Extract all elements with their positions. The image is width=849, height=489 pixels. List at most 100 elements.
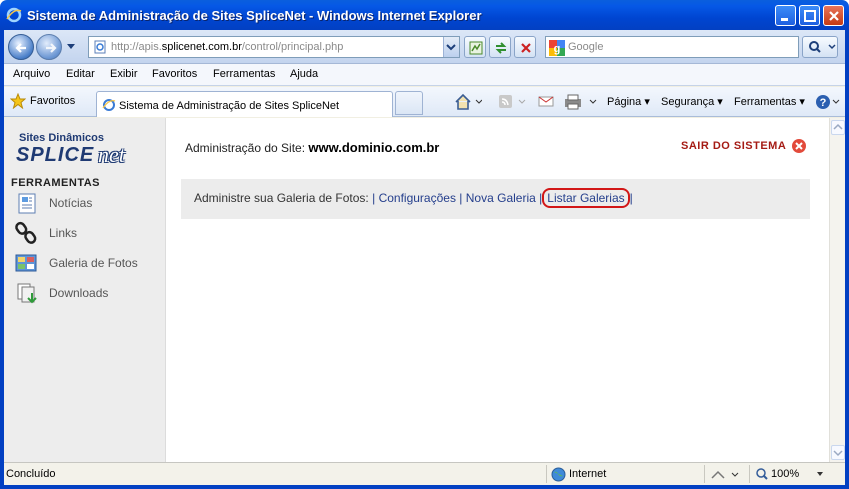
site-label: Administração do Site:: [185, 141, 306, 155]
separator: |: [629, 191, 633, 205]
feeds-icon[interactable]: [497, 92, 529, 112]
refresh-button[interactable]: [489, 36, 511, 58]
tab-title: Sistema de Administração de Sites Splice…: [119, 100, 340, 112]
tab-current[interactable]: Sistema de Administração de Sites Splice…: [96, 91, 393, 117]
address-dropdown[interactable]: [443, 37, 459, 57]
stop-button[interactable]: [514, 36, 536, 58]
sidebar-item-downloads[interactable]: Downloads: [14, 281, 162, 307]
search-placeholder: Google: [568, 41, 604, 53]
favorites-button[interactable]: Favoritos: [30, 95, 75, 107]
forward-button[interactable]: [36, 34, 62, 60]
page-menu[interactable]: Página ▾: [607, 95, 650, 108]
help-icon[interactable]: ?: [814, 92, 842, 112]
menu-edit[interactable]: Editar: [66, 68, 95, 80]
photo-gallery-icon: [15, 254, 37, 272]
internet-globe-icon: [551, 467, 566, 482]
chevron-down-icon: [446, 44, 456, 51]
sidebar-item-noticias[interactable]: Notícias: [14, 191, 162, 217]
link-chain-icon: [15, 221, 37, 244]
new-gallery-link[interactable]: Nova Galeria: [466, 191, 536, 205]
news-icon: [18, 193, 36, 214]
sidebar: Sites Dinâmicos SPLICE net FERRAMENTAS N…: [4, 118, 166, 462]
chevron-down-icon: [833, 450, 843, 457]
minimize-icon: [781, 18, 788, 21]
google-logo-icon: g: [549, 40, 565, 56]
compatibility-view-button[interactable]: [464, 36, 486, 58]
site-info: Administração do Site: www.dominio.com.b…: [185, 140, 439, 155]
maximize-icon: [804, 10, 816, 22]
status-divider: [546, 465, 547, 483]
svg-text:?: ?: [820, 97, 827, 109]
menu-view[interactable]: Exibir: [110, 68, 138, 80]
scroll-down-button[interactable]: [831, 445, 845, 460]
status-divider: [749, 465, 750, 483]
tools-menu[interactable]: Ferramentas ▾: [734, 95, 805, 108]
page-icon: [94, 40, 106, 54]
menu-bar: Arquivo Editar Exibir Favoritos Ferramen…: [4, 64, 845, 86]
status-text: Concluído: [6, 468, 56, 480]
tools-section-title: FERRAMENTAS: [11, 177, 101, 189]
vertical-scrollbar[interactable]: [829, 118, 845, 462]
security-zone: Internet: [569, 468, 607, 480]
status-bar: Concluído Internet 100%: [4, 462, 845, 485]
forward-arrow-icon: [46, 43, 57, 53]
sidebar-item-label: Notícias: [49, 196, 93, 210]
sidebar-item-links[interactable]: Links: [14, 221, 162, 247]
gallery-toolbar: Administre sua Galeria de Fotos: | Confi…: [181, 179, 810, 219]
window-title: Sistema de Administração de Sites Splice…: [27, 8, 482, 23]
url-text: http://apis.splicenet.com.br/control/pri…: [111, 41, 344, 53]
favorites-star-icon[interactable]: [10, 93, 26, 109]
chevron-up-icon: [833, 123, 843, 130]
ie-page-icon: [102, 99, 116, 111]
menu-file[interactable]: Arquivo: [13, 68, 50, 80]
ie-logo-icon: [6, 7, 22, 23]
main-panel: Administração do Site: www.dominio.com.b…: [166, 118, 829, 462]
list-galleries-link[interactable]: Listar Galerias: [542, 188, 630, 208]
maximize-button[interactable]: [799, 5, 820, 26]
site-domain: www.dominio.com.br: [308, 140, 440, 155]
address-field[interactable]: http://apis.splicenet.com.br/control/pri…: [88, 36, 460, 58]
logo-tagline: Sites Dinâmicos: [19, 132, 104, 144]
close-icon: [829, 11, 839, 21]
status-divider: [704, 465, 705, 483]
protected-mode-icon[interactable]: [710, 468, 740, 482]
sidebar-item-label: Links: [49, 226, 78, 240]
sidebar-item-galeria[interactable]: Galeria de Fotos: [14, 251, 162, 277]
search-field[interactable]: g Google: [545, 36, 799, 58]
menu-tools[interactable]: Ferramentas: [213, 68, 275, 80]
scroll-up-button[interactable]: [831, 120, 845, 135]
new-tab-button[interactable]: [395, 91, 423, 115]
gallery-prefix: Administre sua Galeria de Fotos:: [194, 191, 369, 205]
security-menu[interactable]: Segurança ▾: [661, 95, 723, 108]
menu-help[interactable]: Ajuda: [290, 68, 318, 80]
logout-link[interactable]: SAIR DO SISTEMA: [681, 140, 786, 152]
search-icon: [809, 41, 836, 53]
downloads-icon: [17, 283, 37, 304]
page-content: Sites Dinâmicos SPLICE net FERRAMENTAS N…: [4, 118, 829, 462]
back-arrow-icon: [15, 43, 26, 53]
home-icon[interactable]: [454, 92, 482, 112]
print-icon[interactable]: [562, 92, 602, 112]
back-button[interactable]: [8, 34, 34, 60]
mail-icon[interactable]: [536, 92, 556, 112]
search-button[interactable]: [802, 36, 838, 58]
zoom-level[interactable]: 100%: [771, 468, 799, 480]
favorites-bar: Favoritos Sistema de Administração de Si…: [4, 87, 845, 117]
stop-icon: [521, 43, 531, 53]
config-link[interactable]: Configurações: [379, 191, 456, 205]
navigation-bar: http://apis.splicenet.com.br/control/pri…: [4, 30, 845, 64]
zoom-dropdown-icon[interactable]: [816, 471, 824, 477]
gallery-links: Administre sua Galeria de Fotos: | Confi…: [194, 188, 633, 208]
close-button[interactable]: [823, 5, 844, 26]
sidebar-item-label: Downloads: [49, 286, 109, 300]
menu-favorites[interactable]: Favoritos: [152, 68, 197, 80]
history-dropdown-icon[interactable]: [66, 43, 76, 51]
minimize-button[interactable]: [775, 5, 796, 26]
logout-close-icon[interactable]: [791, 138, 807, 154]
zoom-icon[interactable]: [755, 467, 769, 481]
logo-net: net: [98, 142, 125, 167]
logo-splice: SPLICE: [16, 144, 95, 166]
refresh-icon: [495, 42, 507, 54]
separator: |: [459, 191, 463, 205]
splicenet-logo[interactable]: Sites Dinâmicos SPLICE net: [16, 132, 156, 168]
